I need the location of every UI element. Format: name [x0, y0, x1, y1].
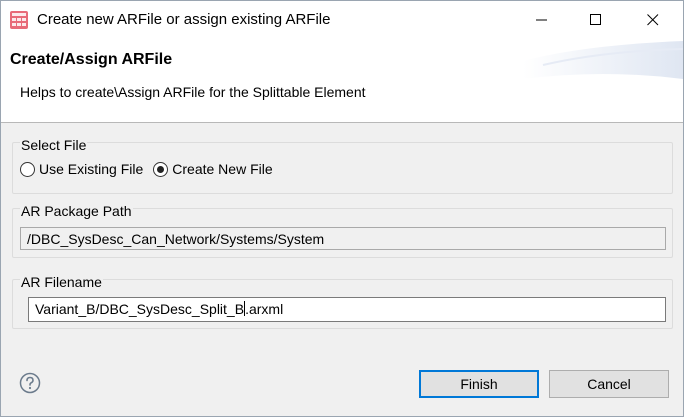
minimize-icon [536, 19, 547, 21]
maximize-button[interactable] [573, 1, 619, 39]
create-new-file-radio[interactable]: Create New File [153, 161, 273, 177]
grid-app-icon [10, 11, 28, 29]
radio-checked-icon [153, 161, 169, 177]
header-decoration [523, 41, 683, 79]
package-path-label: AR Package Path [20, 203, 133, 219]
window-title: Create new ARFile or assign existing ARF… [37, 11, 331, 28]
close-button[interactable] [630, 1, 676, 39]
cancel-button[interactable]: Cancel [549, 370, 669, 398]
use-existing-file-radio[interactable]: Use Existing File [20, 161, 143, 177]
wizard-header: Create/Assign ARFile Helps to create\Ass… [1, 39, 683, 123]
help-icon[interactable] [19, 372, 41, 394]
page-title: Create/Assign ARFile [10, 51, 173, 68]
title-bar[interactable]: Create new ARFile or assign existing ARF… [1, 1, 683, 39]
select-file-label: Select File [20, 137, 88, 153]
minimize-button[interactable] [519, 1, 565, 39]
create-new-file-label: Create New File [172, 161, 273, 177]
dialog-window: Create new ARFile or assign existing ARF… [0, 0, 684, 417]
maximize-icon [590, 14, 601, 25]
close-icon [647, 14, 659, 26]
page-description: Helps to create\Assign ARFile for the Sp… [20, 84, 366, 100]
filename-text-after-caret: .arxml [245, 301, 284, 317]
finish-button[interactable]: Finish [419, 370, 539, 398]
package-path-field[interactable]: /DBC_SysDesc_Can_Network/Systems/System [20, 227, 666, 250]
filename-label: AR Filename [20, 274, 103, 290]
select-file-options: Use Existing File Create New File [20, 161, 283, 177]
radio-unchecked-icon [20, 161, 35, 177]
filename-input[interactable]: Variant_B/DBC_SysDesc_Split_B.arxml [28, 297, 666, 322]
use-existing-file-label: Use Existing File [39, 161, 144, 177]
filename-text-before-caret: Variant_B/DBC_SysDesc_Split_B [35, 301, 245, 317]
